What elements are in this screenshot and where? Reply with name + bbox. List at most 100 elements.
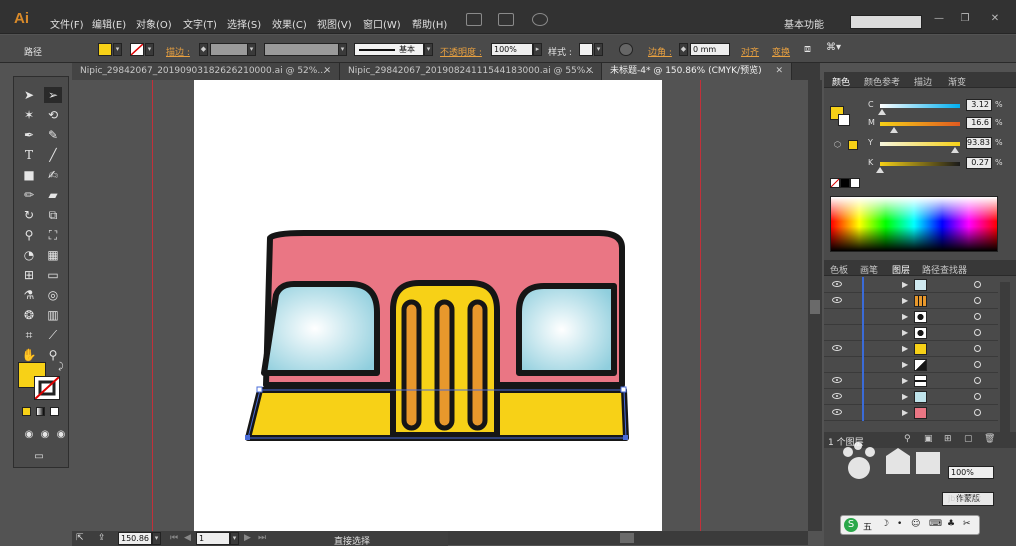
target-icon[interactable]: [974, 377, 981, 384]
transform-link[interactable]: 变换: [772, 45, 790, 58]
draw-inside-icon[interactable]: ◉: [52, 427, 70, 443]
menu-file[interactable]: 文件(F): [50, 16, 84, 31]
half-width-icon[interactable]: •: [897, 519, 902, 529]
expand-arrow-icon[interactable]: ▶: [902, 392, 908, 401]
profile-dropdown-icon[interactable]: ▾: [338, 43, 347, 56]
channel-slider-m[interactable]: [880, 122, 960, 126]
eye-icon[interactable]: [832, 297, 842, 303]
first-artboard-icon[interactable]: ⏮: [170, 533, 178, 543]
anchor-point[interactable]: [245, 435, 250, 440]
expand-arrow-icon[interactable]: ▶: [902, 360, 908, 369]
gradient-mode-icon[interactable]: [36, 407, 45, 416]
paintbrush-tool-icon[interactable]: ✍: [44, 167, 62, 183]
artboard-dropdown-icon[interactable]: ▾: [230, 532, 239, 545]
mesh-tool-icon[interactable]: ⊞: [20, 267, 38, 283]
style-dropdown-icon[interactable]: ▾: [594, 43, 603, 56]
close-tab-icon[interactable]: ✕: [775, 63, 783, 79]
layer-row[interactable]: ▶: [824, 277, 998, 293]
eye-icon[interactable]: [832, 393, 842, 399]
anchor-point[interactable]: [623, 435, 628, 440]
stroke-weight-stepper[interactable]: ◆: [199, 43, 208, 56]
rectangle-tool-icon[interactable]: ■: [20, 167, 38, 183]
expand-arrow-icon[interactable]: ▶: [902, 312, 908, 321]
gpu-performance-icon[interactable]: [532, 13, 548, 26]
expand-arrow-icon[interactable]: ▶: [902, 280, 908, 289]
opacity-arrow-icon[interactable]: ▸: [533, 43, 542, 56]
expand-arrow-icon[interactable]: ▶: [902, 376, 908, 385]
tab-stroke[interactable]: 描边: [914, 75, 932, 88]
expand-arrow-icon[interactable]: ▶: [902, 344, 908, 353]
left-window[interactable]: [261, 281, 380, 376]
eyedropper-tool-icon[interactable]: ⚗: [20, 287, 38, 303]
rotate-tool-icon[interactable]: ↻: [20, 207, 38, 223]
next-artboard-icon[interactable]: ▶: [244, 533, 251, 543]
recolor-artwork-icon[interactable]: [619, 43, 633, 56]
eye-icon[interactable]: [832, 409, 842, 415]
menu-window[interactable]: 窗口(W): [363, 16, 401, 31]
layer-row[interactable]: ▶: [824, 389, 998, 405]
free-transform-tool-icon[interactable]: ⛶: [44, 227, 62, 243]
menu-help[interactable]: 帮助(H): [412, 16, 447, 31]
target-icon[interactable]: [974, 313, 981, 320]
brush-definition-dropdown[interactable]: 基本: [354, 43, 424, 56]
channel-slider-k[interactable]: [880, 162, 960, 166]
column-graph-tool-icon[interactable]: ▥: [44, 307, 62, 323]
tab-pathfinder[interactable]: 路径查找器: [922, 263, 967, 276]
tab-document-2[interactable]: Nipic_29842067_20190824111544183000.ai @…: [340, 63, 602, 80]
align-link[interactable]: 对齐: [741, 45, 759, 58]
share-icon[interactable]: ⇪: [98, 533, 106, 543]
menu-view[interactable]: 视图(V): [317, 16, 352, 31]
slider-thumb[interactable]: [951, 147, 960, 153]
anchor-point[interactable]: [620, 386, 627, 393]
variable-width-profile[interactable]: [264, 43, 346, 56]
close-tab-icon[interactable]: ✕: [323, 63, 331, 79]
direct-selection-tool-icon[interactable]: ➢: [44, 87, 62, 103]
color-spectrum[interactable]: [830, 196, 998, 252]
lasso-tool-icon[interactable]: ⟲: [44, 107, 62, 123]
target-icon[interactable]: [974, 297, 981, 304]
slider-thumb[interactable]: [876, 167, 885, 173]
color-stroke-swatch[interactable]: [838, 114, 850, 126]
none-mode-icon[interactable]: [50, 407, 59, 416]
eye-icon[interactable]: [832, 345, 842, 351]
pen-tool-icon[interactable]: ✒: [20, 127, 38, 143]
perspective-grid-tool-icon[interactable]: ▦: [44, 247, 62, 263]
artboard[interactable]: [194, 80, 662, 531]
white-swatch[interactable]: [850, 178, 860, 188]
canvas-area[interactable]: [72, 80, 808, 531]
minimize-icon[interactable]: —: [928, 13, 950, 26]
blend-tool-icon[interactable]: ◎: [44, 287, 62, 303]
settings-wrench-icon[interactable]: ✂: [963, 519, 971, 529]
tab-document-1[interactable]: Nipic_29842067_20190903182626210000.ai @…: [72, 63, 340, 80]
tab-gradient[interactable]: 渐变: [948, 75, 966, 88]
tab-color[interactable]: 颜色: [832, 75, 850, 88]
tab-layers[interactable]: 图层: [892, 263, 910, 276]
tab-document-active[interactable]: 未标题-4* @ 150.86% (CMYK/预览) ✕: [602, 63, 792, 80]
layer-row[interactable]: ▶: [824, 341, 998, 357]
scroll-thumb[interactable]: [810, 300, 820, 314]
width-tool-icon[interactable]: ⚲: [20, 227, 38, 243]
center-door[interactable]: [390, 280, 500, 438]
stroke-color-box[interactable]: [34, 376, 60, 400]
previous-artboard-icon[interactable]: ◀: [184, 533, 191, 543]
wubi-mode-icon[interactable]: 五: [863, 520, 872, 533]
zoom-field[interactable]: 150.86: [118, 532, 152, 545]
slider-thumb[interactable]: [878, 109, 887, 115]
layer-row[interactable]: ▶: [824, 373, 998, 389]
channel-value-y[interactable]: 93.83: [966, 137, 992, 149]
stroke-dropdown-icon[interactable]: ▾: [145, 43, 154, 56]
right-window[interactable]: [516, 283, 617, 376]
channel-value-k[interactable]: 0.27: [966, 157, 992, 169]
input-method-toolbar[interactable]: S 五 ☽ • ☺ ⌨ ♣ ✂: [840, 515, 980, 535]
corner-radius-field[interactable]: 0 mm: [690, 43, 730, 56]
workspace-switcher[interactable]: 基本功能: [784, 16, 824, 31]
tab-swatches[interactable]: 色板: [830, 263, 848, 276]
punctuation-mode-icon[interactable]: ☽: [881, 519, 889, 529]
scroll-thumb[interactable]: [620, 533, 634, 543]
corner-stepper[interactable]: ◆: [679, 43, 688, 56]
horizontal-scrollbar[interactable]: [448, 531, 808, 545]
fill-dropdown-icon[interactable]: ▾: [113, 43, 122, 56]
emoji-icon[interactable]: ☺: [911, 519, 920, 529]
artboard-number-field[interactable]: 1: [196, 532, 230, 545]
channel-value-m[interactable]: 16.6: [966, 117, 992, 129]
